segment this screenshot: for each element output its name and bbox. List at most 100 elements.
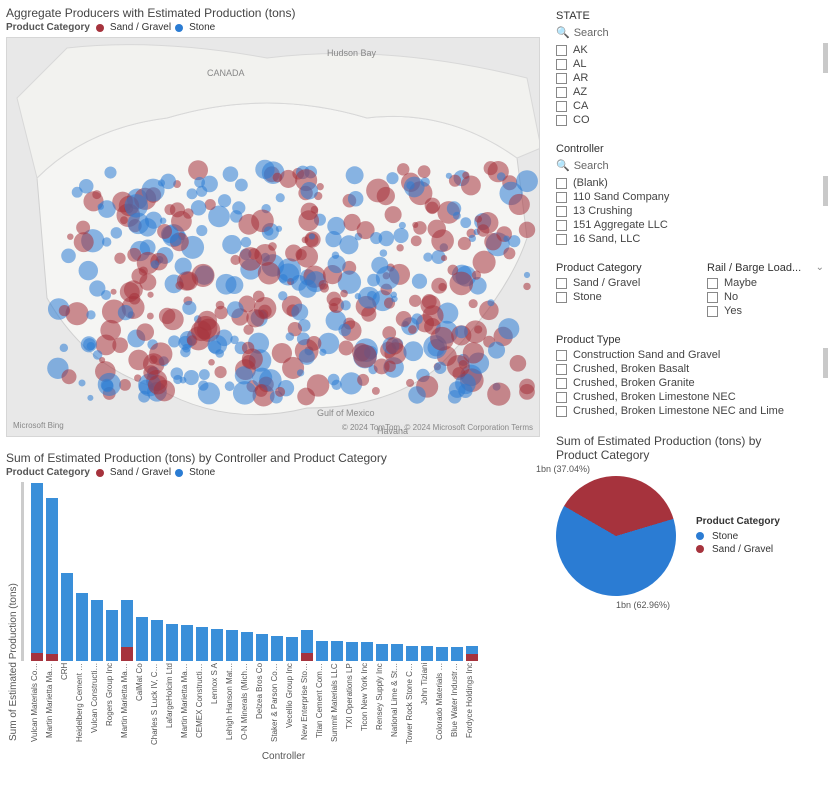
bar-column[interactable]	[270, 636, 284, 662]
checkbox-icon[interactable]	[556, 392, 567, 403]
map-bubble[interactable]	[184, 370, 199, 385]
map-bubble[interactable]	[101, 379, 113, 391]
bar-column[interactable]	[360, 642, 374, 661]
map-canvas[interactable]: CANADA Hudson Bay Gulf of Mexico Havana …	[6, 37, 540, 437]
bar-segment-stone[interactable]	[61, 573, 73, 661]
map-bubble[interactable]	[235, 179, 248, 192]
bar-column[interactable]	[405, 646, 419, 661]
bar-column[interactable]	[330, 641, 344, 661]
map-bubble[interactable]	[218, 194, 231, 207]
map-bubble[interactable]	[472, 271, 481, 280]
bar-column[interactable]	[210, 629, 224, 661]
map-bubble[interactable]	[461, 175, 481, 195]
slicer-state[interactable]: STATE 🔍 Search AKALARAZCACO	[556, 10, 828, 127]
checkbox-icon[interactable]	[707, 306, 718, 317]
bar-segment-stone[interactable]	[256, 634, 268, 661]
map-bubble[interactable]	[353, 345, 376, 368]
map-bubble[interactable]	[278, 291, 287, 300]
slicer-option[interactable]: AL	[556, 57, 828, 71]
map-bubble[interactable]	[463, 342, 484, 363]
map-bubble[interactable]	[406, 181, 414, 189]
bar-segment-stone[interactable]	[316, 641, 328, 661]
map-bubble[interactable]	[79, 261, 98, 280]
map-bubble[interactable]	[208, 340, 221, 353]
map-bubble[interactable]	[393, 228, 408, 243]
map-bubble[interactable]	[423, 305, 444, 326]
map-bubble[interactable]	[187, 188, 198, 199]
map-bubble[interactable]	[396, 311, 412, 327]
checkbox-icon[interactable]	[556, 364, 567, 375]
slicer-option[interactable]: Sand / Gravel	[556, 276, 677, 290]
map-bubble[interactable]	[406, 379, 414, 387]
map-bubble[interactable]	[170, 234, 182, 246]
bar-segment-stone[interactable]	[91, 600, 103, 661]
map-bubble[interactable]	[60, 344, 68, 352]
map-bubble[interactable]	[348, 191, 364, 207]
checkbox-icon[interactable]	[556, 406, 567, 417]
map-bubble[interactable]	[497, 172, 506, 181]
map-bubble[interactable]	[241, 237, 252, 248]
map-bubble[interactable]	[79, 179, 93, 193]
map-bubble[interactable]	[438, 283, 446, 291]
search-row[interactable]: 🔍 Search	[556, 157, 828, 176]
map-bubble[interactable]	[487, 299, 494, 306]
map-bubble[interactable]	[295, 249, 306, 260]
bar-segment-stone[interactable]	[331, 641, 343, 661]
map-bubble[interactable]	[255, 160, 274, 179]
map-bubble[interactable]	[430, 327, 454, 351]
map-bubble[interactable]	[74, 232, 94, 252]
map-bubble[interactable]	[104, 166, 116, 178]
map-bubble[interactable]	[338, 324, 351, 337]
product-type-options[interactable]: Construction Sand and GravelCrushed, Bro…	[556, 348, 828, 418]
map-bubble[interactable]	[425, 198, 441, 214]
bar-segment-stone[interactable]	[241, 632, 253, 661]
bar-column[interactable]	[435, 647, 449, 661]
map-bubble[interactable]	[301, 182, 318, 199]
map-bubble[interactable]	[431, 229, 454, 252]
map-bubble[interactable]	[449, 272, 473, 296]
map-bubble[interactable]	[216, 301, 225, 310]
bar-segment-stone[interactable]	[151, 620, 163, 661]
bar-segment-stone[interactable]	[196, 627, 208, 661]
map-bubble[interactable]	[227, 301, 244, 318]
map-bubble[interactable]	[408, 386, 425, 403]
slicer-option[interactable]: CA	[556, 99, 828, 113]
bar-segment-stone[interactable]	[211, 629, 223, 661]
map-bubble[interactable]	[327, 217, 345, 235]
map-bubble[interactable]	[111, 289, 117, 295]
map-bubble[interactable]	[458, 384, 472, 398]
map-bubble[interactable]	[386, 337, 403, 354]
slicer-option[interactable]: 110 Sand Company	[556, 190, 828, 204]
map-bubble[interactable]	[408, 325, 417, 334]
map-bubble[interactable]	[151, 260, 159, 268]
checkbox-icon[interactable]	[707, 292, 718, 303]
map-bubble[interactable]	[199, 369, 210, 380]
map-bubble[interactable]	[477, 224, 489, 236]
map-bubble[interactable]	[340, 290, 348, 298]
map-bubble[interactable]	[307, 336, 322, 351]
checkbox-icon[interactable]	[556, 350, 567, 361]
map-bubble[interactable]	[101, 290, 111, 300]
slicer-option[interactable]: Stone	[556, 290, 677, 304]
map-bubble[interactable]	[148, 375, 167, 394]
map-bubble[interactable]	[264, 226, 273, 235]
map-bubble[interactable]	[374, 358, 390, 374]
bar-segment-sand[interactable]	[301, 653, 313, 662]
map-bubble[interactable]	[198, 382, 220, 404]
map-bubble[interactable]	[170, 202, 185, 217]
map-bubble[interactable]	[409, 295, 421, 307]
map-bubble[interactable]	[447, 201, 461, 215]
slicer-option[interactable]: No	[707, 290, 828, 304]
map-bubble[interactable]	[298, 210, 319, 231]
map-bubble[interactable]	[320, 283, 329, 292]
map-bubble[interactable]	[397, 163, 409, 175]
bar-segment-stone[interactable]	[361, 642, 373, 661]
map-bubble[interactable]	[524, 272, 530, 278]
map-bubble[interactable]	[385, 206, 402, 223]
map-bubble[interactable]	[205, 199, 216, 210]
map-bubble[interactable]	[100, 320, 121, 341]
map-bubble[interactable]	[462, 172, 469, 179]
bar-segment-sand[interactable]	[121, 647, 133, 661]
bar-segment-stone[interactable]	[391, 644, 403, 661]
bar-column[interactable]	[450, 647, 464, 661]
